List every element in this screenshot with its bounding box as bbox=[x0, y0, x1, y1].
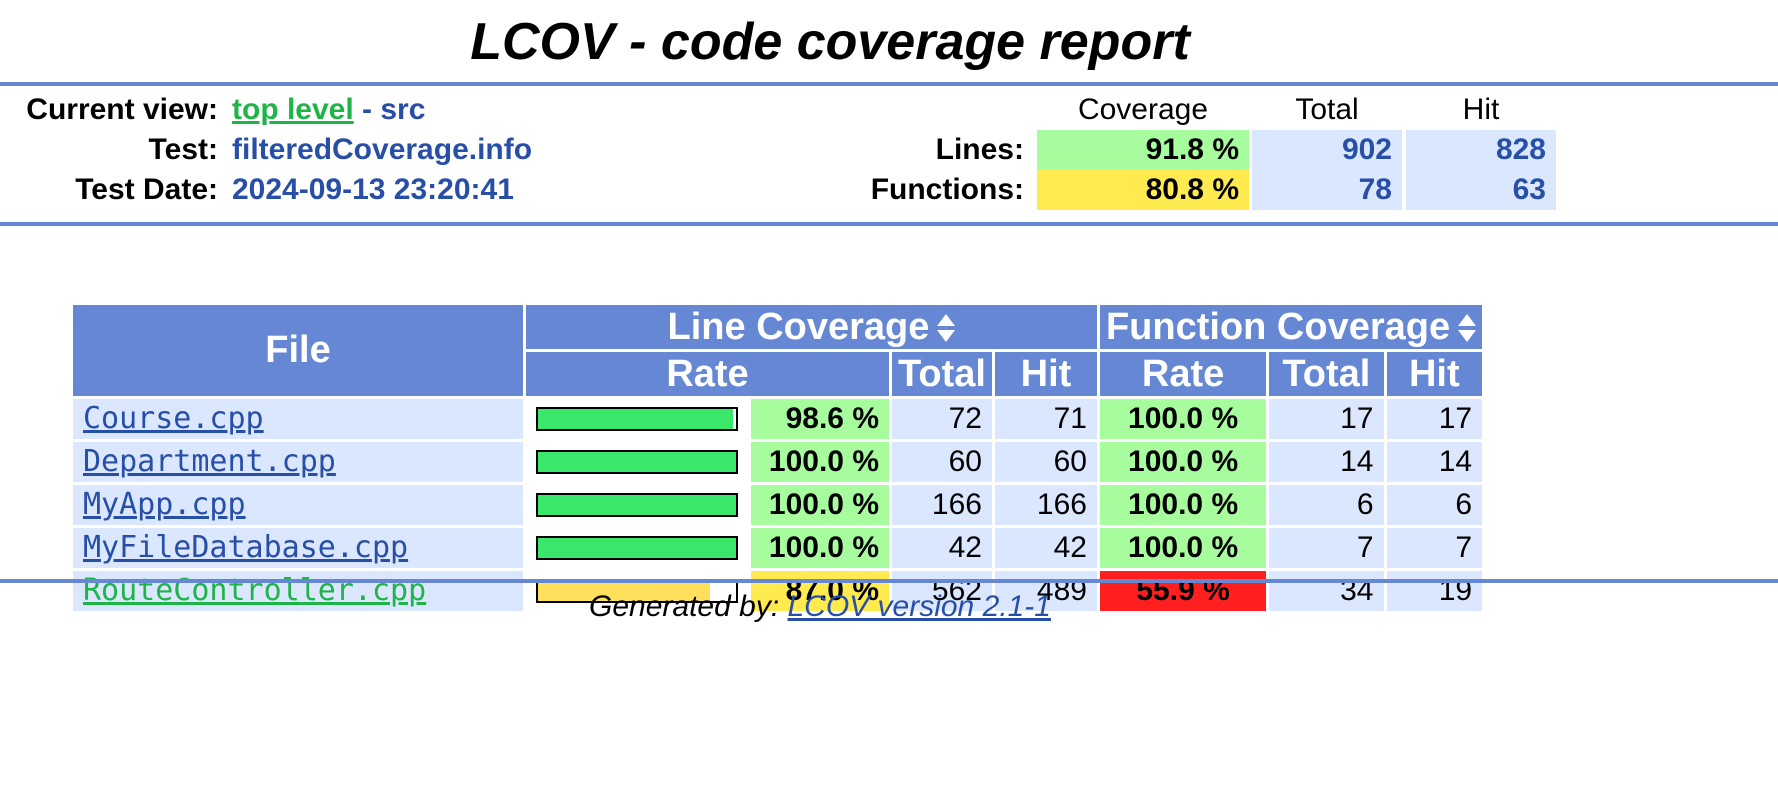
line-hit-header: Hit bbox=[994, 352, 1097, 396]
line-rate-cell: 98.6 % bbox=[751, 399, 889, 439]
file-link[interactable]: MyApp.cpp bbox=[83, 487, 246, 522]
line-coverage-header-label: Line Coverage bbox=[667, 305, 930, 348]
table-row: Course.cpp 98.6 % 72 71 100.0 % 17 17 bbox=[73, 399, 1483, 439]
top-level-link[interactable]: top level bbox=[232, 93, 354, 126]
line-coverage-bar-fill bbox=[538, 538, 736, 558]
line-coverage-bar-cell bbox=[526, 528, 748, 568]
summary-lines-total: 902 bbox=[1252, 130, 1402, 170]
line-coverage-header[interactable]: Line Coverage bbox=[526, 305, 1097, 349]
test-label: Test: bbox=[148, 133, 218, 166]
table-row: MyFileDatabase.cpp 100.0 % 42 42 100.0 % 7 7 bbox=[73, 528, 1483, 568]
line-coverage-bar-fill bbox=[538, 495, 736, 515]
summary-functions-coverage: 80.8 % bbox=[1037, 170, 1249, 210]
file-name-cell: MyFileDatabase.cpp bbox=[73, 528, 523, 568]
function-rate-cell: 100.0 % bbox=[1099, 485, 1267, 525]
line-hit-cell: 166 bbox=[994, 485, 1097, 525]
line-total-header: Total bbox=[892, 352, 992, 396]
current-view-dir: src bbox=[380, 93, 426, 126]
line-hit-cell: 71 bbox=[994, 399, 1097, 439]
header-bottom-rule bbox=[0, 222, 1778, 226]
function-hit-cell: 7 bbox=[1386, 528, 1483, 568]
summary-hit-header: Hit bbox=[1462, 93, 1500, 126]
function-total-header: Total bbox=[1269, 352, 1384, 396]
file-name-cell: Department.cpp bbox=[73, 442, 523, 482]
line-total-cell: 60 bbox=[892, 442, 992, 482]
line-rate-header: Rate bbox=[526, 352, 889, 396]
line-rate-cell: 100.0 % bbox=[751, 442, 889, 482]
current-view-value: top level - src bbox=[232, 90, 425, 130]
file-link[interactable]: Department.cpp bbox=[83, 444, 336, 479]
function-rate-cell: 100.0 % bbox=[1099, 442, 1267, 482]
test-date-value: 2024-09-13 23:20:41 bbox=[232, 173, 514, 206]
lcov-version-link[interactable]: LCOV version 2.1-1 bbox=[788, 590, 1051, 623]
page-title: LCOV - code coverage report bbox=[470, 13, 1190, 71]
function-total-cell: 7 bbox=[1269, 528, 1384, 568]
summary-lines-hit: 828 bbox=[1406, 130, 1556, 170]
table-row: Department.cpp 100.0 % 60 60 100.0 % 14 14 bbox=[73, 442, 1483, 482]
sort-up-down-icon[interactable] bbox=[937, 313, 956, 343]
function-hit-cell: 6 bbox=[1386, 485, 1483, 525]
line-coverage-bar-fill bbox=[538, 452, 736, 472]
function-coverage-header-label: Function Coverage bbox=[1105, 305, 1451, 348]
line-hit-cell: 60 bbox=[994, 442, 1097, 482]
function-hit-cell: 14 bbox=[1386, 442, 1483, 482]
table-row: MyApp.cpp 100.0 % 166 166 100.0 % 6 6 bbox=[73, 485, 1483, 525]
function-total-cell: 6 bbox=[1269, 485, 1384, 525]
file-link[interactable]: MyFileDatabase.cpp bbox=[83, 530, 408, 565]
summary-lines-coverage: 91.8 % bbox=[1037, 130, 1249, 170]
line-coverage-bar bbox=[536, 536, 738, 560]
line-hit-cell: 42 bbox=[994, 528, 1097, 568]
current-view-separator: - bbox=[353, 93, 381, 126]
function-hit-cell: 17 bbox=[1386, 399, 1483, 439]
line-rate-cell: 100.0 % bbox=[751, 528, 889, 568]
line-coverage-bar bbox=[536, 407, 738, 431]
summary-functions-hit: 63 bbox=[1406, 170, 1556, 210]
file-link[interactable]: Course.cpp bbox=[83, 401, 264, 436]
file-name-cell: MyApp.cpp bbox=[73, 485, 523, 525]
footer-rule bbox=[0, 579, 1778, 583]
function-total-cell: 14 bbox=[1269, 442, 1384, 482]
line-total-cell: 166 bbox=[892, 485, 992, 525]
sort-up-down-icon[interactable] bbox=[1458, 313, 1477, 343]
footer: Generated by: LCOV version 2.1-1 bbox=[0, 587, 1640, 627]
summary-total-header: Total bbox=[1295, 93, 1359, 126]
line-coverage-bar-cell bbox=[526, 485, 748, 525]
file-name-cell: Course.cpp bbox=[73, 399, 523, 439]
line-total-cell: 42 bbox=[892, 528, 992, 568]
function-hit-header: Hit bbox=[1386, 352, 1483, 396]
test-date-label: Test Date: bbox=[75, 173, 218, 206]
line-coverage-bar-fill bbox=[538, 409, 734, 429]
file-coverage-table: File Line Coverage Function Coverage Rat… bbox=[70, 302, 1485, 614]
function-total-cell: 17 bbox=[1269, 399, 1384, 439]
line-coverage-bar-cell bbox=[526, 399, 748, 439]
line-rate-cell: 100.0 % bbox=[751, 485, 889, 525]
function-rate-header: Rate bbox=[1099, 352, 1267, 396]
line-coverage-bar bbox=[536, 493, 738, 517]
line-coverage-bar bbox=[536, 450, 738, 474]
test-value: filteredCoverage.info bbox=[232, 133, 533, 166]
function-coverage-header[interactable]: Function Coverage bbox=[1099, 305, 1483, 349]
summary-functions-label: Functions: bbox=[870, 173, 1024, 206]
file-column-header: File bbox=[73, 305, 523, 396]
header-top-rule bbox=[0, 82, 1778, 86]
function-rate-cell: 100.0 % bbox=[1099, 528, 1267, 568]
summary-coverage-header: Coverage bbox=[1077, 93, 1209, 126]
footer-prefix: Generated by: bbox=[589, 590, 788, 623]
summary-lines-label: Lines: bbox=[935, 133, 1024, 166]
function-rate-cell: 100.0 % bbox=[1099, 399, 1267, 439]
current-view-label: Current view: bbox=[26, 93, 218, 126]
line-total-cell: 72 bbox=[892, 399, 992, 439]
line-coverage-bar-cell bbox=[526, 442, 748, 482]
summary-functions-total: 78 bbox=[1252, 170, 1402, 210]
